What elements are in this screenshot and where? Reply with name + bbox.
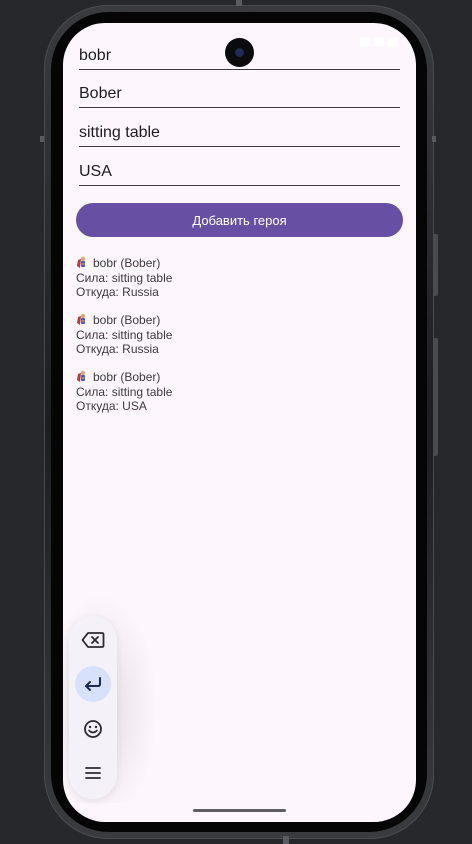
hero-power: Сила: sitting table <box>76 384 173 399</box>
frame-antenna-left <box>40 136 44 142</box>
hero-title: bobr (Bober) <box>93 256 161 270</box>
list-item: bobr (Bober) Сила: sitting table Откуда:… <box>76 370 172 414</box>
hero-origin: Откуда: Russia <box>76 285 159 299</box>
add-hero-button[interactable]: Добавить героя <box>76 203 403 237</box>
frame-antenna-right <box>432 136 436 142</box>
hero-power-input[interactable]: sitting table <box>79 115 400 147</box>
hero-alias-input[interactable]: Bober <box>79 76 400 108</box>
backspace-icon <box>81 632 105 648</box>
hero-title: bobr (Bober) <box>93 313 161 327</box>
hero-power: Сила: sitting table <box>76 327 173 342</box>
superhero-emoji-icon <box>77 256 86 268</box>
hero-title-line: bobr (Bober) <box>76 256 172 271</box>
list-item: bobr (Bober) Сила: sitting table Откуда:… <box>76 256 172 300</box>
hero-title-line: bobr (Bober) <box>76 370 172 385</box>
hero-title: bobr (Bober) <box>93 370 161 384</box>
power-button <box>433 338 438 456</box>
emoji-button[interactable] <box>75 711 111 747</box>
hero-origin-input[interactable]: USA <box>79 154 400 186</box>
hero-list: bobr (Bober) Сила: sitting table Откуда:… <box>76 256 172 427</box>
frame-antenna-top <box>236 0 242 6</box>
keyboard-floating-toolbar <box>69 616 117 799</box>
list-item: bobr (Bober) Сила: sitting table Откуда:… <box>76 313 172 357</box>
menu-button[interactable] <box>75 755 111 791</box>
enter-button[interactable] <box>75 666 111 702</box>
backspace-button[interactable] <box>75 622 111 658</box>
superhero-emoji-icon <box>77 313 86 325</box>
volume-button <box>433 234 438 296</box>
hero-name-input[interactable]: bobr <box>79 38 400 70</box>
frame-antenna-bottom <box>283 836 289 844</box>
superhero-emoji-icon <box>77 370 86 382</box>
home-indicator[interactable] <box>193 809 286 812</box>
enter-icon <box>85 677 101 691</box>
hero-origin: Откуда: USA <box>76 399 147 413</box>
menu-icon <box>85 767 101 779</box>
emoji-icon <box>84 720 102 738</box>
app-screen: bobr Bober sitting table USA Добавить ге… <box>63 23 416 822</box>
hero-origin: Откуда: Russia <box>76 342 159 356</box>
hero-title-line: bobr (Bober) <box>76 313 172 328</box>
hero-power: Сила: sitting table <box>76 270 173 285</box>
